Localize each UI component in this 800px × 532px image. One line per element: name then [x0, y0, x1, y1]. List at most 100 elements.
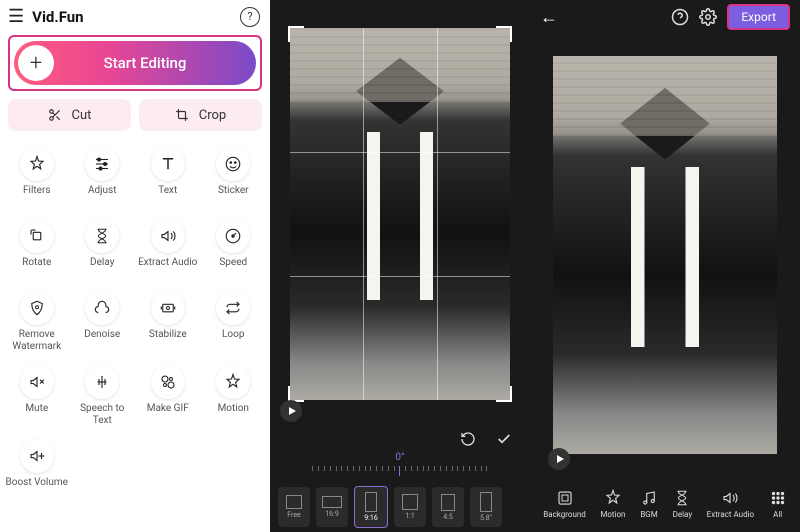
tool-label: Motion — [218, 403, 249, 425]
tool-remove-watermark[interactable]: Remove Watermark — [4, 285, 70, 357]
tool-label: Make GIF — [147, 403, 189, 425]
bottom-tool-label: Background — [543, 510, 586, 519]
speech-to-text-icon — [85, 365, 119, 399]
bottom-tool-label: Delay — [673, 510, 693, 519]
rotation-ruler[interactable]: 0° — [270, 454, 530, 482]
tool-label: Adjust — [88, 185, 117, 207]
ratio-169[interactable]: 16:9 — [316, 487, 348, 527]
play-button[interactable] — [280, 400, 302, 422]
crop-label: Crop — [199, 108, 226, 123]
rotation-value: 0° — [395, 452, 404, 463]
help-icon-right[interactable] — [671, 8, 689, 26]
bottom-tool-label: Motion — [600, 510, 625, 519]
crop-button[interactable]: Crop — [139, 99, 262, 131]
tool-label: Sticker — [218, 185, 249, 207]
bottom-tool-label: All — [773, 510, 782, 519]
start-editing-button[interactable]: + Start Editing — [14, 41, 256, 85]
tool-extract-audio[interactable]: Extract Audio — [135, 213, 201, 283]
ratio-label: 16:9 — [325, 510, 339, 518]
tool-mute[interactable]: Mute — [4, 359, 70, 431]
bottom-tool-label: BGM — [640, 510, 657, 519]
play-button-right[interactable] — [548, 448, 570, 470]
speed-icon — [216, 219, 250, 253]
ratio-label: 4:5 — [443, 513, 453, 521]
all-icon — [769, 489, 787, 507]
cut-button[interactable]: Cut — [8, 99, 131, 131]
start-editing-highlight: + Start Editing — [8, 35, 262, 91]
export-button[interactable]: Export — [727, 4, 790, 30]
ratio-916[interactable]: 9:16 — [354, 486, 388, 528]
text-icon — [151, 147, 185, 181]
tool-speed[interactable]: Speed — [201, 213, 267, 283]
ratio-label: 5.8" — [480, 514, 492, 522]
crop-icon — [175, 108, 189, 122]
make-gif-icon — [151, 365, 185, 399]
app-title: Vid.Fun — [32, 8, 240, 26]
ratio-58[interactable]: 5.8" — [470, 487, 502, 527]
stabilize-icon — [151, 291, 185, 325]
tool-label: Boost Volume — [6, 477, 68, 499]
crop-preview[interactable] — [270, 0, 530, 428]
result-preview — [530, 34, 800, 476]
tool-adjust[interactable]: Adjust — [70, 141, 136, 211]
tool-label: Filters — [23, 185, 51, 207]
motion-icon — [216, 365, 250, 399]
ratio-11[interactable]: 1:1 — [394, 487, 426, 527]
bottom-tool-label: Extract Audio — [707, 510, 754, 519]
tool-rotate[interactable]: Rotate — [4, 213, 70, 283]
tool-motion[interactable]: Motion — [201, 359, 267, 431]
video-frame-result — [553, 56, 777, 454]
sticker-icon — [216, 147, 250, 181]
tool-label: Extract Audio — [138, 257, 197, 279]
help-icon[interactable]: ? — [240, 7, 260, 27]
tool-label: Text — [158, 185, 177, 207]
back-icon[interactable]: ← — [540, 7, 558, 28]
bottom-tool-bgm[interactable]: BGM — [640, 489, 658, 519]
bottom-tool-all[interactable]: All — [769, 489, 787, 519]
bgm-icon — [640, 489, 658, 507]
boost-volume-icon — [20, 439, 54, 473]
tool-label: Loop — [222, 329, 244, 351]
delay-icon — [673, 489, 691, 507]
gear-icon[interactable] — [699, 8, 717, 26]
start-editing-label: Start Editing — [54, 54, 256, 72]
tool-label: Rotate — [22, 257, 51, 279]
adjust-icon — [85, 147, 119, 181]
bottom-tool-delay[interactable]: Delay — [673, 489, 693, 519]
tool-speech-to-text[interactable]: Speech to Text — [70, 359, 136, 431]
tool-label: Speech to Text — [70, 403, 136, 427]
tool-label: Speed — [219, 257, 247, 279]
bottom-tool-extract-audio[interactable]: Extract Audio — [707, 489, 754, 519]
extract-audio-icon — [721, 489, 739, 507]
denoise-icon — [85, 291, 119, 325]
tool-sticker[interactable]: Sticker — [201, 141, 267, 211]
video-frame — [290, 28, 510, 400]
tool-denoise[interactable]: Denoise — [70, 285, 136, 357]
mute-icon — [20, 365, 54, 399]
tool-label: Stabilize — [149, 329, 187, 351]
ratio-label: 9:16 — [364, 514, 378, 522]
bottom-tool-motion[interactable]: Motion — [600, 489, 625, 519]
plus-icon: + — [18, 45, 54, 81]
tool-text[interactable]: Text — [135, 141, 201, 211]
ratio-Free[interactable]: Free — [278, 487, 310, 527]
scissors-icon — [48, 108, 62, 122]
tool-loop[interactable]: Loop — [201, 285, 267, 357]
tool-label: Remove Watermark — [4, 329, 70, 353]
delay-icon — [85, 219, 119, 253]
cut-label: Cut — [72, 108, 92, 123]
ratio-label: 1:1 — [405, 512, 415, 520]
tool-delay[interactable]: Delay — [70, 213, 136, 283]
background-icon — [556, 489, 574, 507]
ratio-45[interactable]: 4:5 — [432, 487, 464, 527]
confirm-icon[interactable] — [496, 431, 512, 451]
tool-filters[interactable]: Filters — [4, 141, 70, 211]
tool-stabilize[interactable]: Stabilize — [135, 285, 201, 357]
rotate-icon — [20, 219, 54, 253]
loop-icon — [216, 291, 250, 325]
tool-boost-volume[interactable]: Boost Volume — [4, 433, 70, 503]
menu-icon[interactable]: ☰ — [8, 6, 24, 27]
tool-make-gif[interactable]: Make GIF — [135, 359, 201, 431]
reset-icon[interactable] — [460, 431, 476, 451]
bottom-tool-background[interactable]: Background — [543, 489, 586, 519]
